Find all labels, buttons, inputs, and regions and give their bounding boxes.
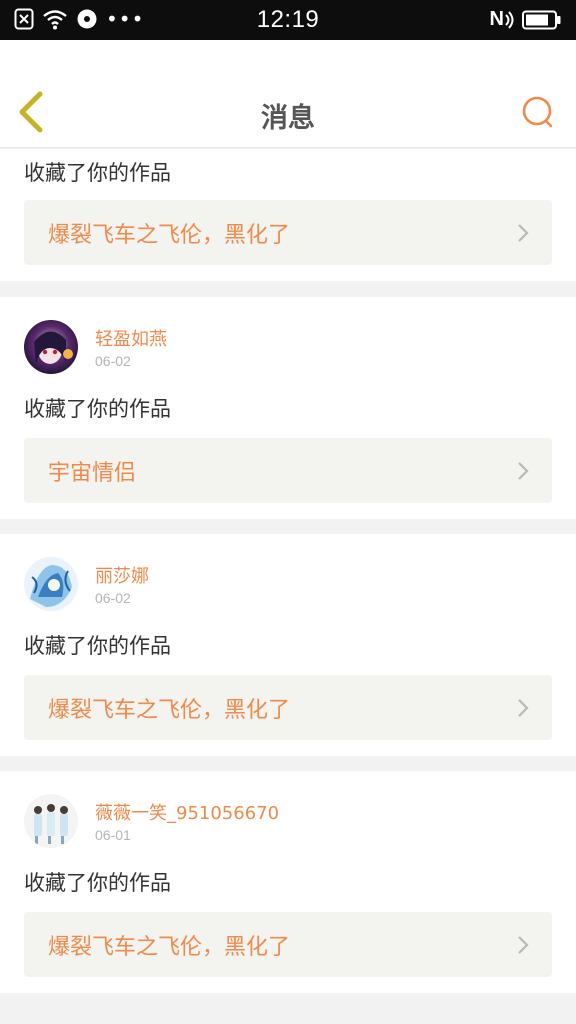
work-link[interactable]: 宇宙情侣 xyxy=(24,438,552,503)
message-date: 06-01 xyxy=(95,827,131,843)
username[interactable]: 轻盈如燕 xyxy=(95,325,167,351)
message-item: 丽莎娜 06-02 收藏了你的作品 爆裂飞车之飞伦，黑化了 xyxy=(0,534,576,756)
page-title: 消息 xyxy=(261,103,315,134)
work-link[interactable]: 爆裂飞车之飞伦，黑化了 xyxy=(24,675,552,740)
message-action: 收藏了你的作品 xyxy=(24,161,171,185)
message-action: 收藏了你的作品 xyxy=(24,871,171,895)
search-icon xyxy=(522,96,553,128)
work-title: 爆裂飞车之飞伦，黑化了 xyxy=(48,698,291,723)
nfc-icon: N xyxy=(490,8,514,31)
work-link[interactable]: 爆裂飞车之飞伦，黑化了 xyxy=(24,912,552,977)
chevron-right-icon xyxy=(518,936,529,954)
battery-icon xyxy=(522,10,561,29)
message-action: 收藏了你的作品 xyxy=(24,397,171,421)
avatar[interactable] xyxy=(24,320,78,374)
status-right-icons: N xyxy=(490,8,562,31)
app-header: 消息 xyxy=(0,40,576,148)
message-item: 收藏了你的作品 爆裂飞车之飞伦，黑化了 xyxy=(0,149,576,281)
nfc-label: N xyxy=(489,8,504,30)
message-action: 收藏了你的作品 xyxy=(24,634,171,658)
chevron-right-icon xyxy=(518,224,529,242)
message-item: 轻盈如燕 06-02 收藏了你的作品 宇宙情侣 xyxy=(0,297,576,519)
message-list[interactable]: 收藏了你的作品 爆裂飞车之飞伦，黑化了 轻盈如燕 06-02 收藏了你的作品 宇… xyxy=(0,149,576,1024)
work-title: 爆裂飞车之飞伦，黑化了 xyxy=(48,223,291,248)
username[interactable]: 薇薇一笑_951056670 xyxy=(95,799,279,825)
message-date: 06-02 xyxy=(95,353,131,369)
message-item: 薇薇一笑_951056670 06-01 收藏了你的作品 爆裂飞车之飞伦，黑化了 xyxy=(0,771,576,993)
chevron-right-icon xyxy=(518,462,529,480)
work-title: 宇宙情侣 xyxy=(48,461,137,486)
avatar[interactable] xyxy=(24,557,78,611)
avatar[interactable] xyxy=(24,794,78,848)
work-title: 爆裂飞车之飞伦，黑化了 xyxy=(48,935,291,960)
username[interactable]: 丽莎娜 xyxy=(95,562,149,588)
status-bar: ••• 12:19 N xyxy=(0,0,576,40)
chevron-right-icon xyxy=(518,699,529,717)
work-link[interactable]: 爆裂飞车之飞伦，黑化了 xyxy=(24,200,552,265)
search-button[interactable] xyxy=(520,94,556,130)
message-date: 06-02 xyxy=(95,590,131,606)
